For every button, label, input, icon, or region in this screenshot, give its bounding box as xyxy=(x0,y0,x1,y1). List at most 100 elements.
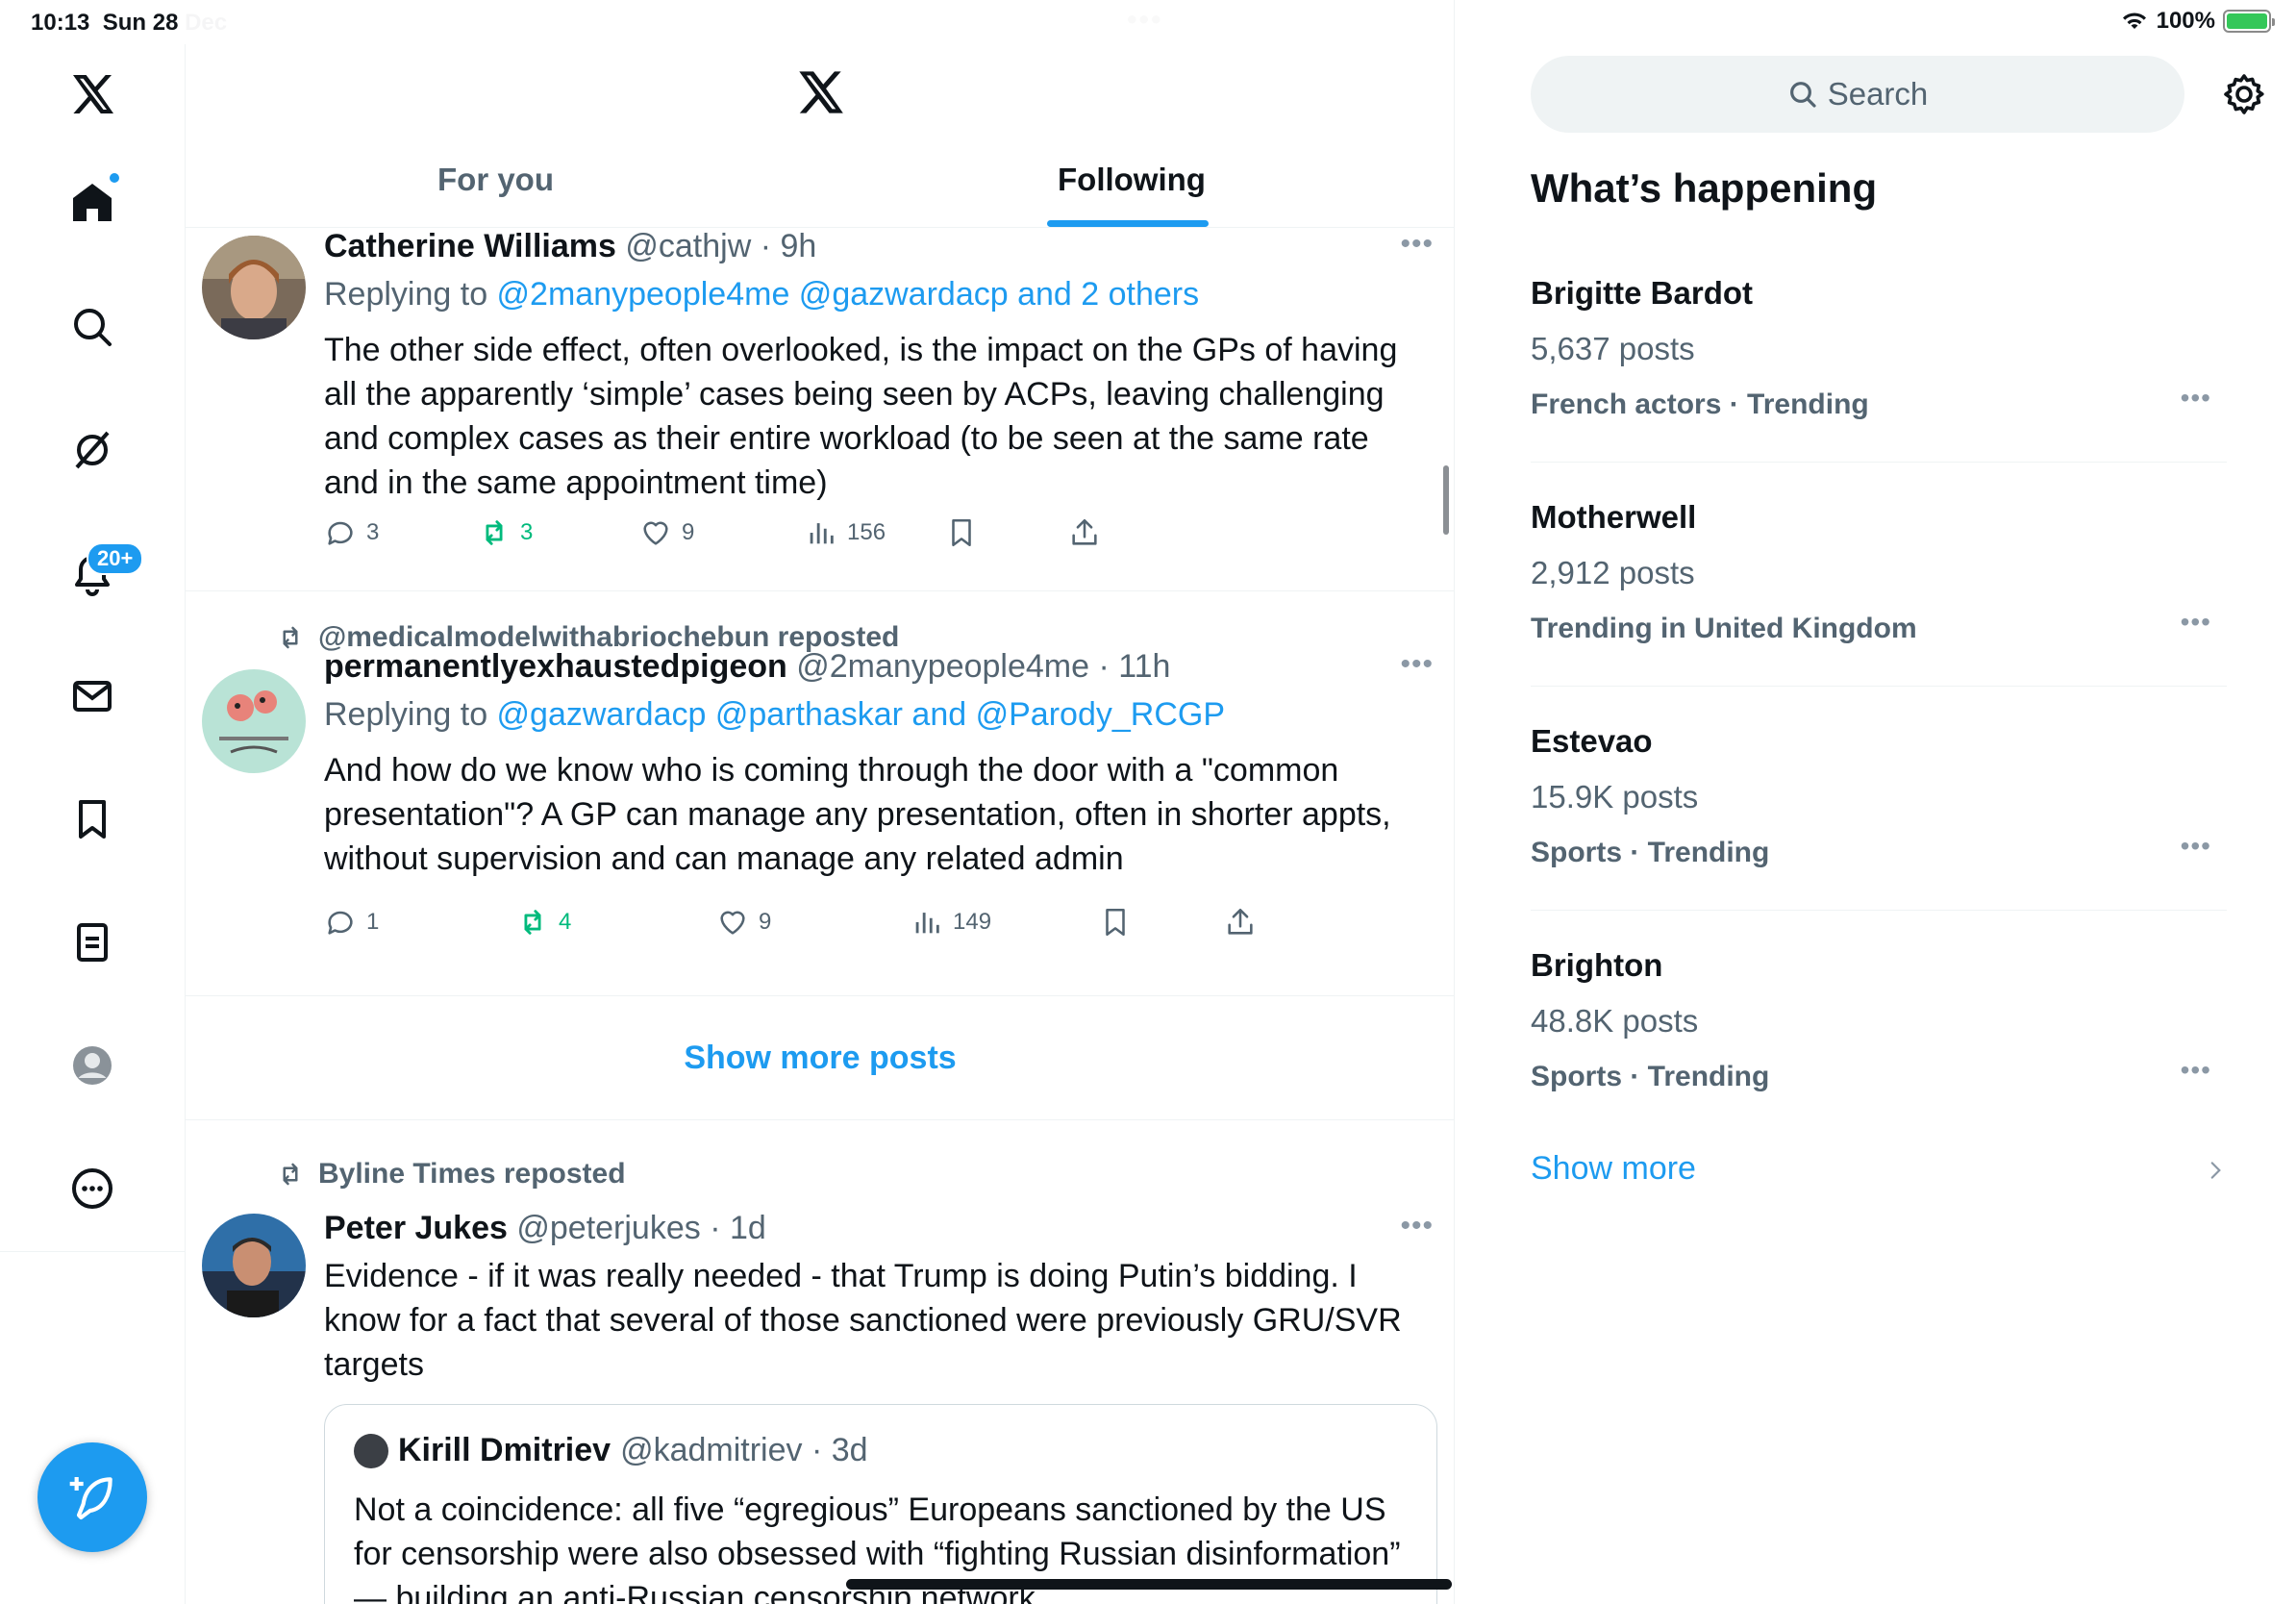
home-unread-dot xyxy=(108,171,121,185)
compose-feather-icon xyxy=(69,1477,112,1520)
trend-post-count: 5,637 posts xyxy=(1531,331,1695,366)
author-handle: @2manypeople4me · 11h xyxy=(796,648,1171,685)
reply-count: 3 xyxy=(366,519,380,545)
post-item[interactable]: @medicalmodelwithabriochebun reposted pe… xyxy=(186,592,1454,996)
quoted-post-meta: Kirill Dmitriev @kadmitriev · 3d xyxy=(354,1432,868,1469)
share-button[interactable] xyxy=(1224,906,1257,939)
trend-post-count: 48.8K posts xyxy=(1531,1003,1699,1039)
reply-button[interactable]: 1 xyxy=(324,906,379,939)
post-meta: permanentlyexhaustedpigeon @2manypeople4… xyxy=(324,648,1170,686)
tab-for-you[interactable]: For you xyxy=(437,162,554,198)
heart-icon xyxy=(720,911,745,935)
post-actions: 1 4 9 149 xyxy=(324,906,1285,944)
trend-item[interactable]: Brigitte Bardot 5,637 posts French actor… xyxy=(1531,238,2227,463)
settings-gear-icon[interactable] xyxy=(2221,71,2267,117)
heart-icon xyxy=(643,521,668,545)
reply-icon xyxy=(328,521,353,545)
reposted-by: Byline Times reposted xyxy=(276,1158,626,1190)
x-logo-icon[interactable] xyxy=(54,56,131,133)
replying-to: Replying to @gazwardacp @parthaskar and … xyxy=(324,696,1225,733)
grok-icon[interactable] xyxy=(54,412,131,489)
post-text: Evidence - if it was really needed - tha… xyxy=(324,1258,1402,1383)
search-icon[interactable] xyxy=(54,288,131,365)
lists-icon[interactable] xyxy=(54,904,131,981)
home-icon[interactable] xyxy=(54,163,131,240)
profile-avatar-icon[interactable] xyxy=(54,1027,131,1104)
trend-item[interactable]: Brighton 48.8K posts Sports · Trending •… xyxy=(1531,911,2227,1135)
share-button[interactable] xyxy=(1068,516,1101,549)
post-actions: 3 3 9 156 xyxy=(324,516,1285,555)
repost-count: 3 xyxy=(520,519,534,545)
repost-count: 4 xyxy=(559,909,572,935)
trend-more-icon[interactable]: ••• xyxy=(2181,1055,2211,1086)
whats-happening-title: What’s happening xyxy=(1531,165,1878,211)
scrollbar[interactable] xyxy=(1443,465,1449,535)
trend-post-count: 15.9K posts xyxy=(1531,779,1699,815)
bookmark-icon xyxy=(1106,908,1125,937)
post-more-icon[interactable]: ••• xyxy=(1400,648,1434,681)
author-name[interactable]: Peter Jukes xyxy=(324,1210,508,1246)
replying-to: Replying to @2manypeople4me @gazwardacp … xyxy=(324,276,1200,313)
post-more-icon[interactable]: ••• xyxy=(1400,1210,1434,1242)
reply-button[interactable]: 3 xyxy=(324,516,379,549)
share-icon xyxy=(1072,518,1097,545)
replying-to-links[interactable]: @2manypeople4me @gazwardacp and 2 others xyxy=(497,276,1200,313)
like-button[interactable]: 9 xyxy=(639,516,694,549)
views-chart-icon xyxy=(810,523,834,544)
author-avatar[interactable] xyxy=(202,669,306,773)
notifications-bell-icon[interactable]: 20+ xyxy=(54,535,144,612)
chevron-right-icon xyxy=(2210,1162,2221,1179)
compose-post-button[interactable] xyxy=(37,1442,147,1552)
quoted-author-handle: @kadmitriev · 3d xyxy=(620,1432,868,1468)
trend-name: Estevao xyxy=(1531,723,1653,759)
search-input[interactable]: Search xyxy=(1531,56,2184,133)
trend-name: Brigitte Bardot xyxy=(1531,275,1753,311)
bookmark-button[interactable] xyxy=(1099,906,1132,939)
messages-envelope-icon[interactable] xyxy=(54,658,131,735)
author-avatar[interactable] xyxy=(202,1214,306,1317)
reply-count: 1 xyxy=(366,909,380,935)
bookmark-icon xyxy=(952,518,971,547)
post-text: The other side effect, often overlooked,… xyxy=(324,332,1398,501)
timeline-header: For you Following xyxy=(186,0,1454,228)
like-button[interactable]: 9 xyxy=(716,906,771,939)
repost-button[interactable]: 4 xyxy=(516,906,571,939)
active-tab-indicator xyxy=(1047,220,1209,227)
repost-button[interactable]: 3 xyxy=(478,516,533,549)
author-name[interactable]: Catherine Williams xyxy=(324,228,616,264)
bookmark-button[interactable] xyxy=(945,516,978,549)
show-more-trends-link[interactable]: Show more xyxy=(1531,1150,1696,1188)
post-item[interactable]: Catherine Williams @cathjw · 9h ••• Repl… xyxy=(186,228,1454,591)
views-button[interactable]: 156 xyxy=(805,516,886,549)
trend-item[interactable]: Motherwell 2,912 posts Trending in Unite… xyxy=(1531,463,2227,687)
author-name[interactable]: permanentlyexhaustedpigeon xyxy=(324,648,787,685)
replying-to-links[interactable]: @gazwardacp @parthaskar and @Parody_RCGP xyxy=(497,696,1225,733)
post-more-icon[interactable]: ••• xyxy=(1400,228,1434,261)
views-button[interactable]: 149 xyxy=(911,906,991,939)
views-chart-icon xyxy=(915,913,939,934)
repost-icon xyxy=(486,520,503,545)
trend-name: Motherwell xyxy=(1531,499,1697,535)
quoted-author-avatar xyxy=(354,1433,388,1468)
search-icon xyxy=(1789,82,1816,108)
repost-icon xyxy=(283,1163,298,1186)
view-count: 149 xyxy=(953,909,992,935)
trend-more-icon[interactable]: ••• xyxy=(2181,831,2211,862)
show-more-posts-button[interactable]: Show more posts xyxy=(186,996,1454,1120)
author-avatar[interactable] xyxy=(202,236,306,339)
trend-name: Brighton xyxy=(1531,947,1663,983)
home-indicator[interactable] xyxy=(846,1579,1452,1590)
like-count: 9 xyxy=(759,909,772,935)
trend-item[interactable]: Estevao 15.9K posts Sports · Trending ••… xyxy=(1531,687,2227,911)
tab-following[interactable]: Following xyxy=(1058,162,1206,198)
reply-icon xyxy=(328,911,353,935)
quoted-post[interactable]: Kirill Dmitriev @kadmitriev · 3d Not a c… xyxy=(324,1404,1437,1604)
nav-divider xyxy=(0,1251,186,1252)
more-options-icon[interactable] xyxy=(54,1150,131,1227)
trend-more-icon[interactable]: ••• xyxy=(2181,383,2211,414)
quoted-author-name: Kirill Dmitriev xyxy=(398,1432,611,1468)
x-logo-icon[interactable] xyxy=(795,67,845,117)
trend-category: Trending in United Kingdom xyxy=(1531,613,1917,644)
bookmarks-icon[interactable] xyxy=(54,781,131,858)
trend-more-icon[interactable]: ••• xyxy=(2181,607,2211,638)
